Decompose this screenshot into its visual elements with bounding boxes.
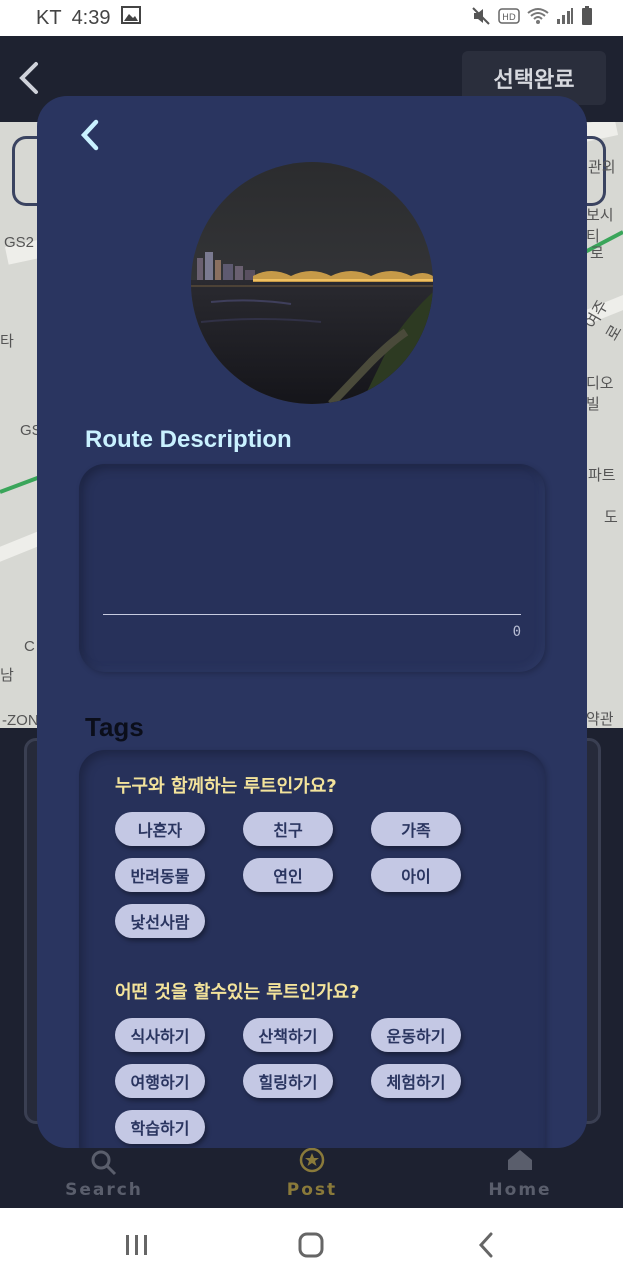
tag-chip[interactable]: 운동하기 [371, 1018, 461, 1052]
hd-icon: HD [498, 7, 520, 29]
tag-chip[interactable]: 반려동물 [115, 858, 205, 892]
tag-chip[interactable]: 가족 [371, 812, 461, 846]
map-label: 디오빌 [586, 375, 614, 413]
map-label: 관외 [588, 159, 616, 176]
map-label: C [24, 638, 35, 655]
recent-apps-icon[interactable] [124, 1234, 150, 1260]
nav-home[interactable]: Home [460, 1148, 580, 1200]
tag-chip[interactable]: 친구 [243, 812, 333, 846]
tags-title: Tags [85, 712, 144, 742]
clock: 4:39 [71, 6, 111, 29]
map-label: -ZON [2, 712, 39, 728]
tag-chip[interactable]: 연인 [243, 858, 333, 892]
nav-search[interactable]: Search [44, 1148, 164, 1200]
tag-group-activity: 식사하기 산책하기 운동하기 여행하기 힐링하기 체험하기 학습하기 [115, 1018, 515, 1144]
star-circle-icon [252, 1147, 372, 1180]
battery-icon [581, 6, 593, 30]
signal-icon [556, 7, 574, 29]
app-back-button[interactable] [14, 58, 44, 98]
wifi-icon [527, 7, 549, 29]
tags-panel: 누구와 함께하는 루트인가요? 나혼자 친구 가족 반려동물 연인 아이 낯선사… [79, 750, 545, 1148]
map-label: 도 [604, 509, 618, 526]
description-char-count: 0 [512, 624, 521, 640]
nav-post[interactable]: Post [252, 1147, 372, 1200]
modal-back-button[interactable] [77, 118, 103, 152]
home-button-icon[interactable] [298, 1232, 324, 1262]
status-bar: KT 4:39 HD [0, 0, 623, 36]
bottom-nav: Search Post Home [0, 1147, 623, 1208]
map-label: GS2 [4, 234, 35, 251]
nav-search-label: Search [65, 1180, 143, 1200]
description-underline [103, 614, 521, 615]
mute-icon [471, 6, 491, 30]
route-modal: Route Description 0 Tags 누구와 함께하는 루트인가요?… [37, 96, 587, 1148]
route-description-title: Route Description [85, 426, 292, 453]
nav-home-label: Home [488, 1180, 552, 1200]
route-photo[interactable] [191, 162, 433, 404]
tag-chip[interactable]: 학습하기 [115, 1110, 205, 1144]
tag-chip[interactable]: 힐링하기 [243, 1064, 333, 1098]
description-input[interactable]: 0 [79, 464, 545, 672]
tag-chip[interactable]: 낯선사람 [115, 904, 205, 938]
map-label: 보시티 [586, 207, 614, 245]
android-nav-bar [0, 1208, 623, 1280]
gallery-icon [120, 6, 141, 30]
tag-chip[interactable]: 식사하기 [115, 1018, 205, 1052]
tag-group-companion: 나혼자 친구 가족 반려동물 연인 아이 낯선사람 [115, 812, 515, 938]
tag-question-companion: 누구와 함께하는 루트인가요? [115, 776, 337, 797]
home-icon [460, 1148, 580, 1180]
search-icon [44, 1148, 164, 1180]
tag-question-activity: 어떤 것을 할수있는 루트인가요? [115, 982, 360, 1003]
tag-chip[interactable]: 나혼자 [115, 812, 205, 846]
svg-text:HD: HD [502, 13, 516, 23]
map-label: 파트 [588, 467, 616, 484]
map-label: 타 [0, 333, 14, 350]
map-label: 남 [0, 667, 14, 684]
tag-chip[interactable]: 체험하기 [371, 1064, 461, 1098]
nav-post-label: Post [286, 1180, 338, 1200]
tag-chip[interactable]: 아이 [371, 858, 461, 892]
map-label: 약관 [586, 711, 614, 728]
tag-chip[interactable]: 산책하기 [243, 1018, 333, 1052]
carrier-label: KT [36, 6, 62, 29]
map-label: 로 [590, 245, 604, 262]
tag-chip[interactable]: 여행하기 [115, 1064, 205, 1098]
back-nav-icon[interactable] [476, 1232, 496, 1262]
